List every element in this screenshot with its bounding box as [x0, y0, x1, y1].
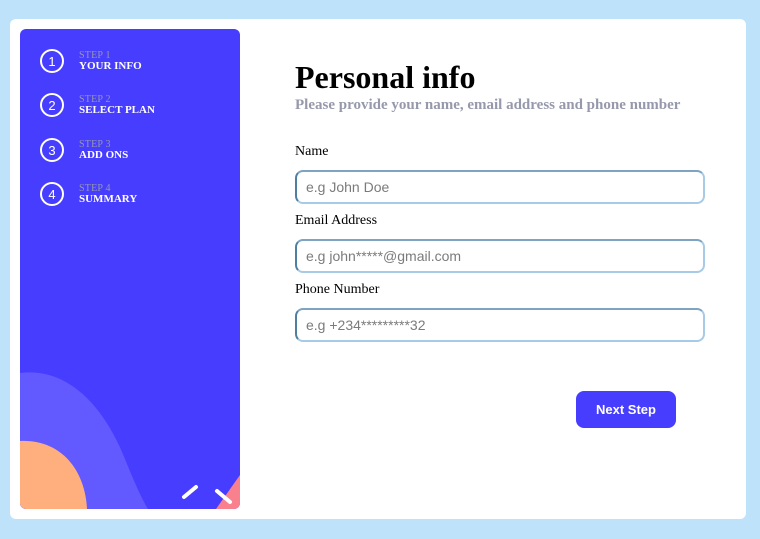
sidebar-white-stroke [182, 485, 198, 499]
step-4[interactable]: 4 STEP 4 SUMMARY [40, 181, 137, 207]
email-label: Email Address [295, 213, 378, 228]
form-card: 1 STEP 1 YOUR INFO 2 STEP 2 SELECT PLAN … [10, 19, 746, 519]
step-3[interactable]: 3 STEP 3 ADD ONS [40, 137, 128, 163]
step-title: ADD ONS [79, 149, 129, 161]
form-content: Personal info Please provide your name, … [295, 59, 707, 342]
step-title: SUMMARY [79, 193, 138, 205]
phone-label: Phone Number [295, 282, 380, 297]
email-input[interactable] [295, 239, 705, 273]
step-number: 3 [40, 138, 64, 162]
name-label: Name [295, 144, 329, 159]
step-1[interactable]: 1 STEP 1 YOUR INFO [40, 48, 142, 74]
phone-field-group: Phone Number [295, 282, 707, 342]
phone-input[interactable] [295, 308, 705, 342]
email-field-group: Email Address [295, 213, 707, 273]
name-input[interactable] [295, 170, 705, 204]
step-number: 4 [40, 182, 64, 206]
next-step-button[interactable]: Next Step [576, 391, 676, 428]
step-2[interactable]: 2 STEP 2 SELECT PLAN [40, 92, 155, 118]
name-field-group: Name [295, 144, 707, 204]
step-number: 1 [40, 49, 64, 73]
steps-sidebar: 1 STEP 1 YOUR INFO 2 STEP 2 SELECT PLAN … [20, 29, 240, 509]
page-title: Personal info [295, 59, 476, 95]
page-subtitle: Please provide your name, email address … [295, 97, 681, 113]
step-title: YOUR INFO [79, 60, 142, 72]
step-number: 2 [40, 93, 64, 117]
step-title: SELECT PLAN [79, 104, 155, 116]
